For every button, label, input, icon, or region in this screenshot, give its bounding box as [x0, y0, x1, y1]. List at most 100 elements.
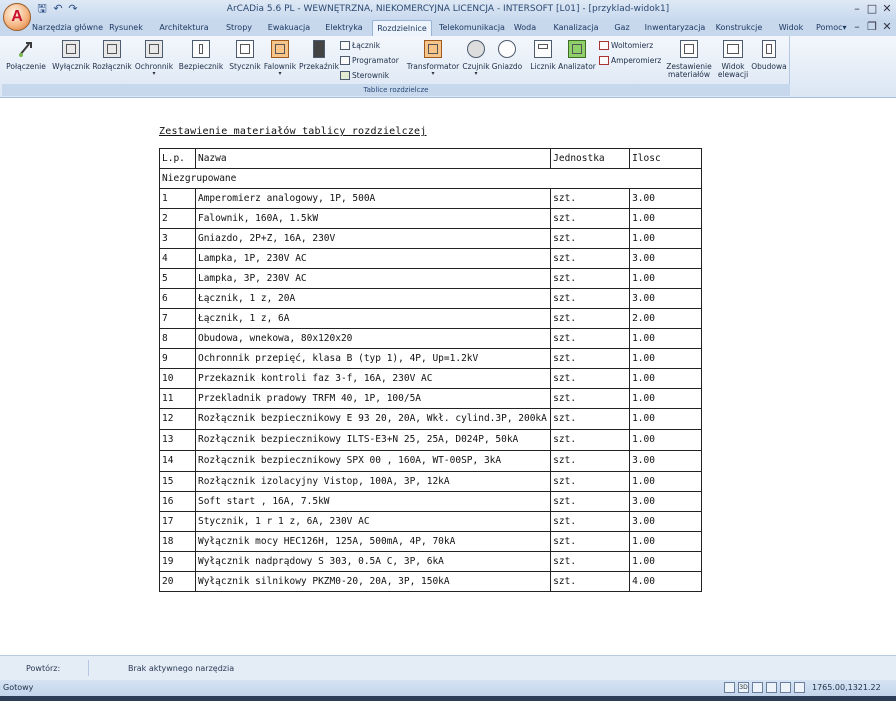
sterownik-button[interactable]: Sterownik [340, 69, 389, 82]
analyzer-icon [568, 40, 586, 58]
cell-unit: szt. [550, 348, 631, 369]
cell-name: Lampka, 1P, 230V AC [194, 248, 552, 269]
status-bar: Gotowy 3D 1765.00,1321.22 [0, 680, 896, 696]
tab-elektryka[interactable]: Elektryka [322, 20, 366, 36]
cell-qty: 1.00 [629, 531, 702, 552]
command-repeat-label: Powtórz: [26, 664, 61, 673]
cell-lp: 20 [159, 571, 196, 592]
falownik-button[interactable]: Falownik ▾ [262, 38, 298, 84]
title-bar: 🖫 ↶ ↷ ArCADia 5.6 PL - WEWNĘTRZNA, NIEKO… [0, 0, 896, 19]
tab-narzedzia-glowne[interactable]: Narzędzia główne [32, 20, 103, 36]
analizator-button[interactable]: Analizator [557, 38, 597, 84]
table-row: 20 Wyłącznik silnikowy PKZM0-20, 20A, 3P,… [159, 571, 702, 592]
cell-name: Ochronnik przepięć, klasa B (typ 1), 4P,… [194, 348, 552, 369]
chevron-down-icon: ▾ [278, 70, 282, 77]
cell-unit: szt. [550, 408, 631, 430]
cell-qty: 1.00 [629, 268, 702, 289]
cell-lp: 2 [159, 208, 196, 229]
cell-lp: 12 [159, 408, 196, 430]
table-row: 10 Przekaznik kontroli faz 3-f, 16A, 230V… [159, 368, 702, 389]
drawing-canvas[interactable]: Zestawienie materiałów tablicy rozdzielc… [0, 99, 896, 655]
controller-icon [340, 70, 350, 80]
3d-view-icon[interactable]: 3D [738, 682, 749, 693]
doc-minimize-icon[interactable]: – [850, 20, 864, 34]
programator-button[interactable]: Programator [340, 54, 399, 67]
cell-unit: szt. [550, 571, 631, 592]
gniazdo-button[interactable]: Gniazdo [491, 38, 523, 84]
close-icon[interactable]: ✕ [880, 2, 894, 16]
cursor-coordinates: 1765.00,1321.22 [812, 683, 881, 692]
cell-lp: 7 [159, 308, 196, 329]
bezpiecznik-button[interactable]: Bezpiecznik [178, 38, 224, 84]
tab-woda[interactable]: Woda [510, 20, 540, 36]
lacznik-button[interactable]: Łącznik [340, 39, 380, 52]
licznik-button[interactable]: Licznik [529, 38, 557, 84]
doc-close-icon[interactable]: ✕ [880, 20, 894, 34]
chevron-down-icon: ▾ [152, 70, 156, 77]
cell-qty: 1.00 [629, 429, 702, 451]
transformator-button[interactable]: Transformator ▾ [406, 38, 460, 84]
group-label: Niezgrupowane [159, 168, 702, 189]
snap-icon[interactable] [724, 682, 735, 693]
widok-elewacji-button[interactable]: Widok elewacji [716, 38, 750, 84]
cell-unit: szt. [550, 471, 631, 492]
polaczenie-button[interactable]: Połączenie [4, 38, 48, 84]
polar-icon[interactable] [780, 682, 791, 693]
tab-konstrukcje[interactable]: Konstrukcje [714, 20, 764, 36]
minimize-icon[interactable]: – [850, 2, 864, 16]
chevron-down-icon: ▾ [474, 70, 478, 77]
woltomierz-button[interactable]: Woltomierz [599, 39, 653, 52]
help-menu[interactable]: Pomoc▾ [816, 20, 847, 36]
tab-rysunek[interactable]: Rysunek [104, 20, 148, 36]
tab-rozdzielnice[interactable]: Rozdzielnice [372, 20, 432, 36]
tab-telekomunikacja[interactable]: Telekomunikacja [438, 20, 506, 36]
cell-qty: 3.00 [629, 491, 702, 512]
cell-lp: 17 [159, 511, 196, 532]
wylacznik-button[interactable]: Wyłącznik [52, 38, 90, 84]
cell-name: Rozłącznik bezpiecznikowy ILTS-E3+N 25, … [194, 429, 552, 451]
table-row: 6 Łącznik, 1 z, 20A szt. 3.00 [159, 288, 702, 309]
column-header-unit: Jednostka [550, 148, 631, 169]
cell-unit: szt. [550, 228, 631, 249]
tab-widok[interactable]: Widok [776, 20, 806, 36]
cell-qty: 1.00 [629, 208, 702, 229]
lineweight-icon[interactable] [794, 682, 805, 693]
window-title: ArCADia 5.6 PL - WEWNĘTRZNA, NIEKOMERCYJ… [226, 4, 670, 14]
cell-lp: 3 [159, 228, 196, 249]
cell-unit: szt. [550, 288, 631, 309]
tab-gaz[interactable]: Gaz [612, 20, 632, 36]
cell-qty: 3.00 [629, 288, 702, 309]
obudowa-button[interactable]: Obudowa [750, 38, 788, 84]
grid-icon[interactable] [752, 682, 763, 693]
table-row: 5 Lampka, 3P, 230V AC szt. 1.00 [159, 268, 702, 289]
doc-restore-icon[interactable]: ❐ [865, 20, 879, 34]
tab-stropy[interactable]: Stropy [222, 20, 256, 36]
ochronnik-button[interactable]: Ochronnik ▾ [133, 38, 175, 84]
command-status-text: Brak aktywnego narzędzia [128, 664, 235, 673]
cell-unit: szt. [550, 248, 631, 269]
stycznik-button[interactable]: Stycznik [228, 38, 262, 84]
fuse-icon [192, 40, 210, 58]
czujnik-button[interactable]: Czujnik ▾ [461, 38, 491, 84]
table-row: 2 Falownik, 160A, 1.5kW szt. 1.00 [159, 208, 702, 229]
przekaznik-button[interactable]: Przekaźnik [299, 38, 339, 84]
tab-ewakuacja[interactable]: Ewakuacja [266, 20, 312, 36]
app-logo-button[interactable]: A [3, 3, 31, 31]
tab-inwentaryzacja[interactable]: Inwentaryzacja [644, 20, 706, 36]
cell-lp: 11 [159, 388, 196, 409]
tab-kanalizacja[interactable]: Kanalizacja [553, 20, 599, 36]
table-row: 13 Rozłącznik bezpiecznikowy ILTS-E3+N 25… [159, 429, 702, 451]
cell-name: Łącznik, 1 z, 20A [194, 288, 552, 309]
maximize-icon[interactable]: □ [865, 2, 879, 16]
rozlacznik-button[interactable]: Rozłącznik [92, 38, 132, 84]
amperomierz-button[interactable]: Amperomierz [599, 54, 661, 67]
cell-name: Przekladnik pradowy TRFM 40, 1P, 100/5A [194, 388, 552, 409]
cell-lp: 18 [159, 531, 196, 552]
status-ready-text: Gotowy [3, 683, 34, 692]
cell-unit: szt. [550, 188, 631, 209]
ortho-icon[interactable] [766, 682, 777, 693]
tab-architektura[interactable]: Architektura [156, 20, 212, 36]
elevation-view-icon [723, 40, 743, 58]
zestawienie-materialow-button[interactable]: Zestawienie materiałów [664, 38, 714, 84]
cell-unit: szt. [550, 388, 631, 409]
